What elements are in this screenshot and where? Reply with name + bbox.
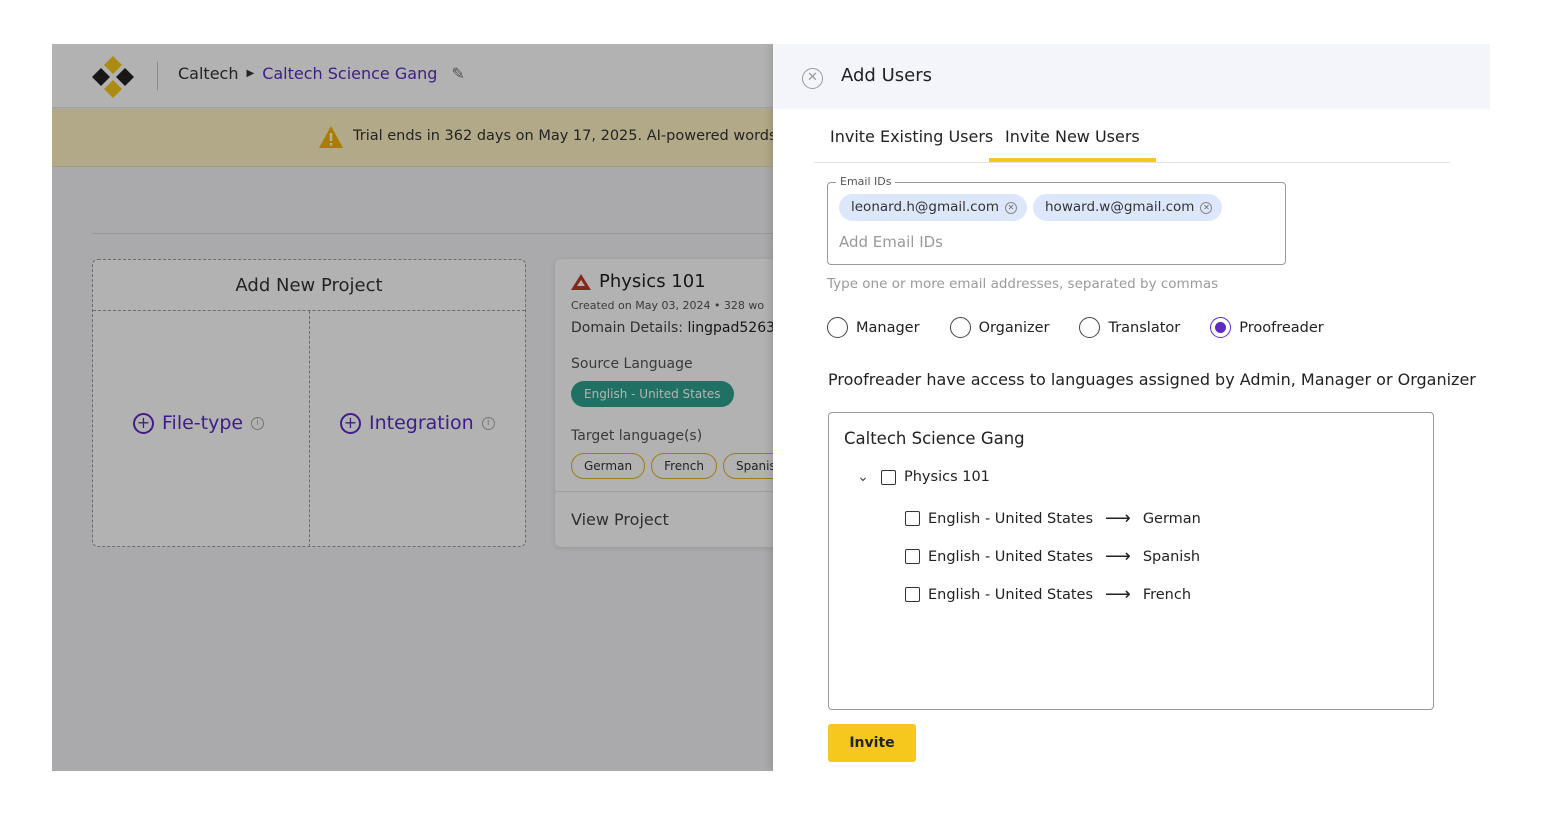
email-input[interactable]	[839, 231, 1259, 253]
pair-source: English - United States	[928, 586, 1093, 603]
language-pair-checkbox[interactable]	[905, 511, 920, 526]
radio-button[interactable]	[1079, 317, 1101, 338]
drawer-title: Add Users	[841, 65, 932, 86]
chip-remove-icon[interactable]: ✕	[1005, 201, 1017, 214]
email-chip-text: leonard.h@gmail.com	[851, 199, 999, 215]
tree-project-name: Physics 101	[904, 469, 990, 485]
pair-target: Spanish	[1142, 548, 1201, 565]
tree-language-pair-row: English - United States ⟶ French	[905, 584, 1191, 605]
invite-button[interactable]: Invite	[828, 724, 916, 762]
role-description: Proofreader have access to languages ass…	[828, 370, 1476, 389]
pair-source: English - United States	[928, 548, 1093, 565]
language-access-tree: Caltech Science Gang ⌄ Physics 101 Engli…	[828, 412, 1434, 710]
language-pair-checkbox[interactable]	[905, 587, 920, 602]
chevron-down-icon[interactable]: ⌄	[853, 469, 873, 485]
arrow-right-icon: ⟶	[1105, 546, 1131, 567]
pair-target: German	[1142, 510, 1201, 527]
role-manager[interactable]: Manager	[827, 317, 920, 338]
arrow-right-icon: ⟶	[1105, 584, 1131, 605]
arrow-right-icon: ⟶	[1105, 508, 1131, 529]
tab-invite-new-users[interactable]: Invite New Users	[989, 120, 1156, 162]
invite-tabs: Invite Existing Users Invite New Users	[814, 120, 1450, 163]
role-radio-group: Manager Organizer Translator Proofreader	[827, 317, 1354, 338]
role-organizer[interactable]: Organizer	[949, 317, 1050, 338]
role-label: Organizer	[978, 319, 1050, 336]
tab-invite-existing-users[interactable]: Invite Existing Users	[814, 120, 1009, 162]
email-chip: leonard.h@gmail.com ✕	[839, 194, 1027, 221]
tree-language-pair-row: English - United States ⟶ German	[905, 508, 1201, 529]
email-hint: Type one or more email addresses, separa…	[827, 276, 1219, 292]
email-chip-text: howard.w@gmail.com	[1045, 199, 1195, 215]
role-proofreader[interactable]: Proofreader	[1210, 317, 1324, 338]
pair-target: French	[1142, 586, 1192, 603]
tree-project-row: ⌄ Physics 101	[853, 469, 990, 485]
app-window: Caltech ▶ Caltech Science Gang ✎ Trial e…	[52, 44, 1490, 771]
radio-button[interactable]	[949, 317, 971, 338]
drawer-header: ✕ Add Users	[773, 44, 1490, 109]
email-chip: howard.w@gmail.com ✕	[1033, 194, 1223, 221]
chip-remove-icon[interactable]: ✕	[1200, 201, 1213, 214]
close-icon[interactable]: ✕	[802, 68, 823, 89]
radio-button[interactable]	[827, 317, 848, 338]
role-label: Proofreader	[1239, 319, 1324, 336]
add-users-drawer: ✕ Add Users Invite Existing Users Invite…	[773, 44, 1490, 771]
tree-org-name: Caltech Science Gang	[844, 429, 1025, 448]
pair-source: English - United States	[928, 510, 1093, 527]
email-ids-legend: Email IDs	[836, 175, 896, 188]
email-ids-field[interactable]: Email IDs leonard.h@gmail.com ✕ howard.w…	[827, 175, 1286, 265]
tree-language-pair-row: English - United States ⟶ Spanish	[905, 546, 1200, 567]
role-label: Translator	[1108, 319, 1181, 336]
role-translator[interactable]: Translator	[1079, 317, 1180, 338]
radio-button-selected[interactable]	[1210, 317, 1232, 338]
role-label: Manager	[856, 319, 920, 336]
project-checkbox[interactable]	[881, 469, 896, 485]
language-pair-checkbox[interactable]	[905, 549, 920, 564]
